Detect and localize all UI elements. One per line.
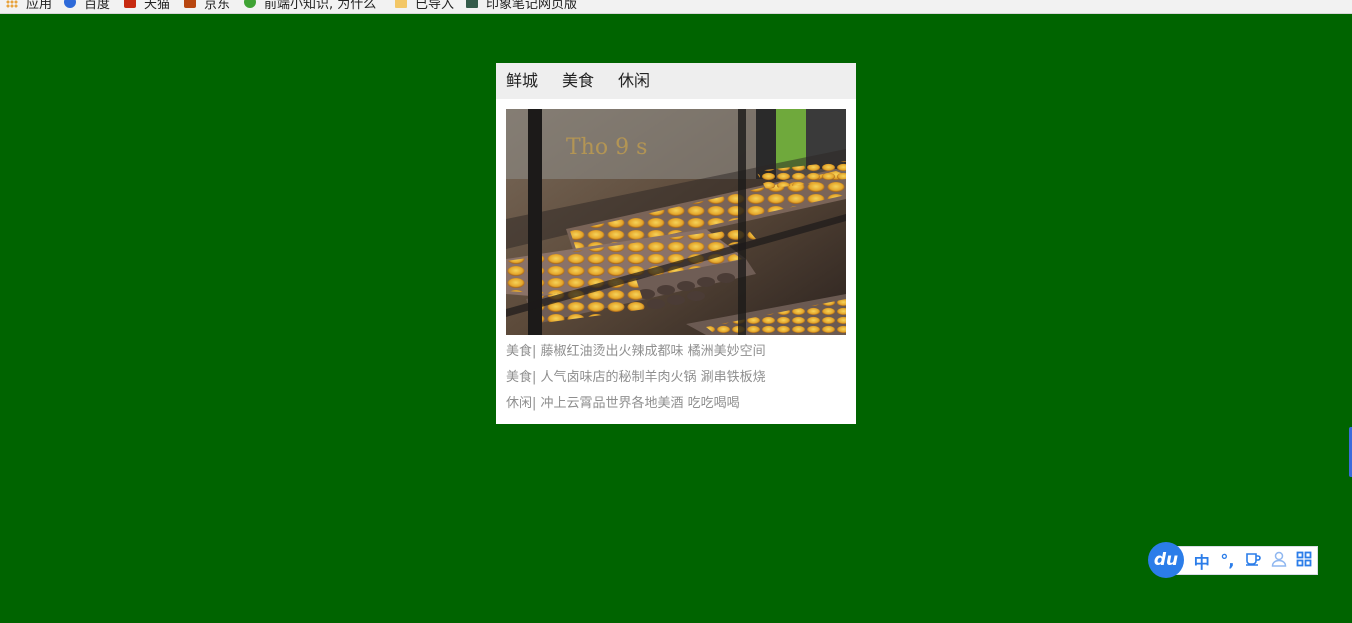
chinese-mode-button[interactable]: 中 [1189,549,1215,573]
punctuation-button[interactable]: °, [1215,551,1241,570]
bookmark-wechat-article[interactable]: 前端小知识, 为什么 [244,0,377,12]
bookmark-imported-folder[interactable]: 已导入 [395,0,455,12]
tab-food[interactable]: 美食 [562,63,594,99]
apps-grid-icon [6,0,18,8]
bookmark-jd[interactable]: 京东 [184,0,231,12]
bookmarks-bar: 应用 百度 天猫 京东 前端小知识, 为什么 已导入 印象笔记网页版 [0,0,1352,14]
news-item[interactable]: 美食| 人气卤味店的秘制羊肉火锅 涮串铁板烧 [506,365,851,391]
egg-tart-photo[interactable]: Tho 9 s [506,109,846,335]
bookmark-label: 已导入 [415,0,455,12]
bookmark-apps[interactable]: 应用 [6,0,53,12]
news-card: 鲜城 美食 休闲 Tho 9 s 美食| 藤椒红油烫出火辣成都味 橘洲美妙空间 … [496,63,856,424]
news-item[interactable]: 休闲| 冲上云霄品世界各地美酒 吃吃喝喝 [506,391,851,417]
bookmark-label: 前端小知识, 为什么 [264,0,377,12]
news-item[interactable]: 美食| 藤椒红油烫出火辣成都味 橘洲美妙空间 [506,339,851,365]
user-icon[interactable] [1266,551,1292,571]
bookmark-label: 印象笔记网页版 [486,0,578,12]
baidu-ime-logo[interactable]: du [1148,542,1184,578]
evernote-icon [466,0,478,8]
ime-button-bar: 中 °, [1170,546,1318,575]
jd-icon [184,0,196,8]
tab-xiancheng[interactable]: 鲜城 [506,63,538,99]
egg-tart-image: Tho 9 s [506,109,846,335]
folder-icon [395,0,407,8]
tab-leisure[interactable]: 休闲 [618,63,650,99]
bookmark-label: 应用 [26,0,53,12]
bookmark-label: 京东 [204,0,231,12]
bookmark-tmall[interactable]: 天猫 [124,0,171,12]
skin-cup-icon[interactable] [1240,551,1266,570]
bookmark-label: 百度 [84,0,111,12]
baidu-ime-toolbar: 中 °, du [1148,542,1318,578]
wechat-icon [244,0,256,8]
bookmark-label: 天猫 [144,0,171,12]
bookmark-baidu[interactable]: 百度 [64,0,111,12]
svg-text:Tho 9 s: Tho 9 s [566,135,647,160]
news-list: 美食| 藤椒红油烫出火辣成都味 橘洲美妙空间 美食| 人气卤味店的秘制羊肉火锅 … [506,339,851,417]
baidu-icon [64,0,76,8]
toolbox-grid-icon[interactable] [1291,551,1317,571]
bookmark-evernote[interactable]: 印象笔记网页版 [466,0,578,12]
tab-bar: 鲜城 美食 休闲 [496,63,856,99]
tmall-icon [124,0,136,8]
